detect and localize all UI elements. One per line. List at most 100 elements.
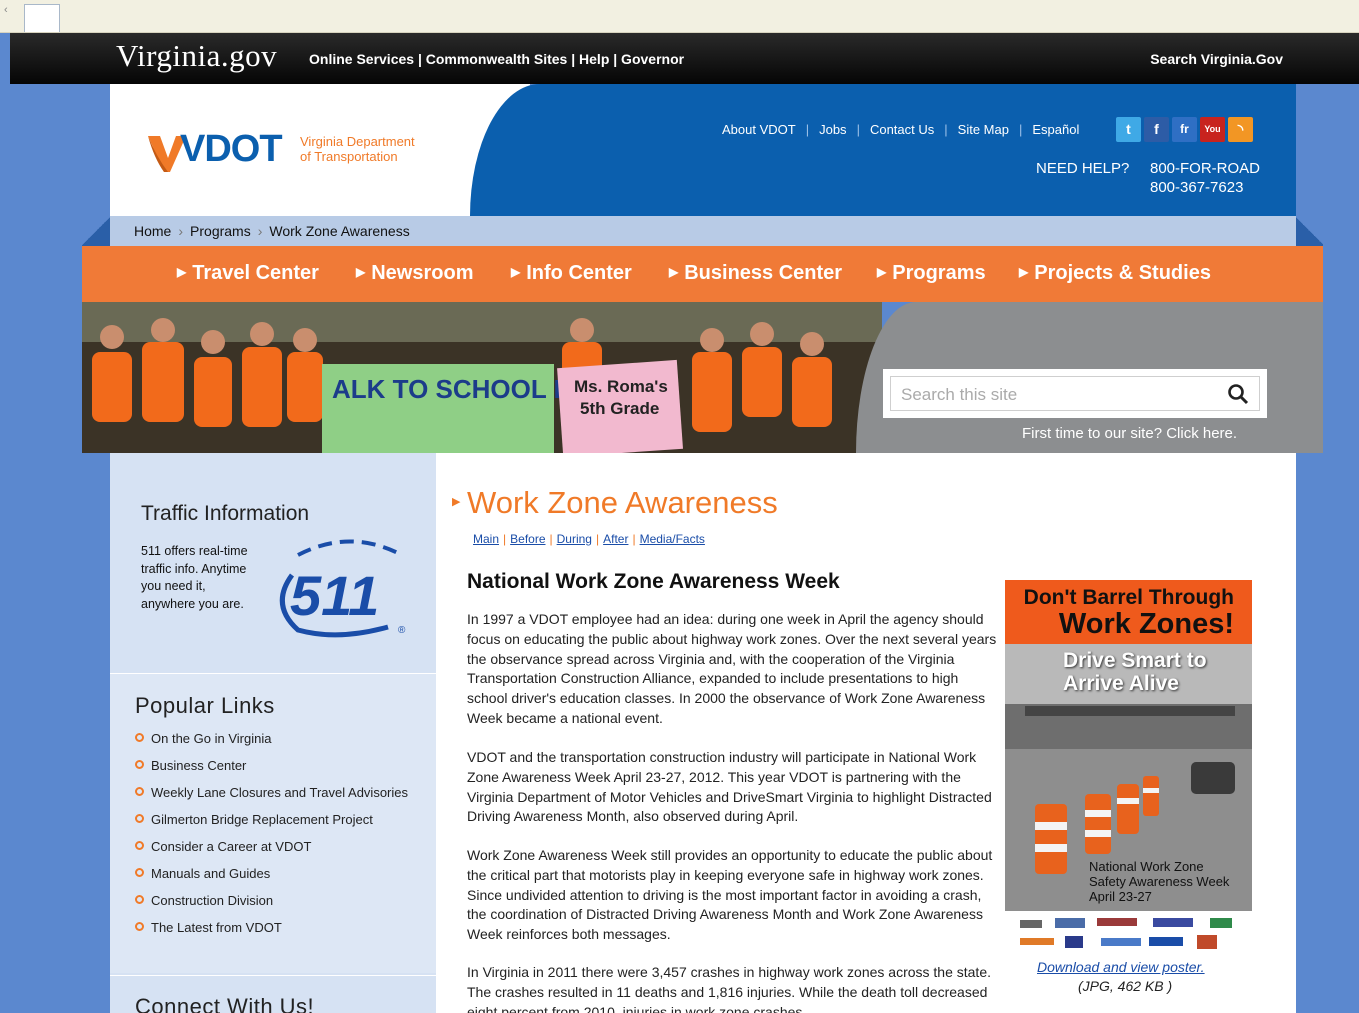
poster-headline-1: Don't Barrel Through: [1023, 586, 1234, 609]
twitter-icon[interactable]: t: [1116, 117, 1141, 142]
popular-links-list: On the Go in Virginia Business Center We…: [135, 730, 425, 946]
virginia-gov-bar: Virginia.gov Online Services | Commonwea…: [10, 33, 1359, 84]
popular-link[interactable]: Construction Division: [135, 892, 425, 909]
main-nav: ▶ Travel Center ▶ Newsroom ▶ Info Center ▶ B…: [82, 246, 1323, 302]
subnav-before[interactable]: Before: [510, 532, 545, 546]
social-icons: t f fr You ◝: [1116, 117, 1253, 142]
breadcrumb-programs[interactable]: Programs: [190, 223, 251, 239]
nav-label: Newsroom: [371, 262, 474, 284]
poster-footer-3: April 23-27: [1089, 889, 1152, 904]
paragraph: In Virginia in 2011 there were 3,457 cra…: [467, 964, 991, 1013]
nav-programs[interactable]: ▶ Programs: [877, 262, 986, 285]
hero-photo-illustration: ALK TO SCHOOL DAY Ms. Roma's 5th Grade: [82, 302, 882, 453]
circle-bullet-icon: [135, 895, 144, 904]
popular-link[interactable]: Gilmerton Bridge Replacement Project: [135, 811, 425, 828]
chevron-right-icon: ›: [257, 223, 263, 239]
popular-link[interactable]: The Latest from VDOT: [135, 919, 425, 936]
subnav-after[interactable]: After: [603, 532, 628, 546]
poster-file-info: (JPG, 462 KB ): [1078, 978, 1173, 994]
first-time-link[interactable]: First time to our site? Click here.: [1022, 425, 1237, 442]
breadcrumb-home[interactable]: Home: [134, 223, 171, 239]
ribbon-fold-left: [82, 216, 110, 246]
subnav-main[interactable]: Main: [473, 532, 499, 546]
popular-link[interactable]: Weekly Lane Closures and Travel Advisori…: [135, 784, 425, 801]
nav-label: Business Center: [684, 262, 843, 284]
browser-tab[interactable]: [24, 4, 60, 32]
paragraph: Work Zone Awareness Week still provides …: [467, 847, 993, 943]
popular-link-label: Gilmerton Bridge Replacement Project: [151, 812, 373, 827]
511-logo-icon[interactable]: 511 ®: [268, 535, 424, 641]
poster-tagline: Drive Smart to Arrive Alive: [1063, 649, 1207, 695]
popular-link[interactable]: Manuals and Guides: [135, 865, 425, 882]
svg-text:5th Grade: 5th Grade: [580, 399, 659, 418]
popular-link-label: Construction Division: [151, 893, 274, 908]
nav-info-center[interactable]: ▶ Info Center: [511, 262, 632, 285]
popular-link[interactable]: Consider a Career at VDOT: [135, 838, 425, 855]
nav-business-center[interactable]: ▶ Business Center: [669, 262, 842, 285]
virginia-gov-logo[interactable]: Virginia.gov: [116, 38, 277, 74]
utility-links: About VDOT | Jobs | Contact Us | Site Map | Espa…: [712, 122, 1089, 137]
search-field-frame: [890, 376, 1260, 411]
phone-number[interactable]: 800-367-7623: [1150, 179, 1243, 196]
511-logo-text: 511: [290, 564, 379, 627]
popular-link-label: On the Go in Virginia: [151, 731, 272, 746]
traffic-info-title: Traffic Information: [141, 502, 310, 525]
popular-link-label: The Latest from VDOT: [151, 920, 282, 935]
section-title: National Work Zone Awareness Week: [467, 570, 840, 593]
espanol-link[interactable]: Español: [1022, 122, 1089, 137]
vdot-logo-subtitle: Virginia Department of Transportation: [300, 134, 415, 164]
divider: |: [503, 532, 507, 546]
poster-tagline-2: Arrive Alive: [1063, 672, 1179, 695]
youtube-icon[interactable]: You: [1200, 117, 1225, 142]
search-virginia-gov-link[interactable]: Search Virginia.Gov: [1150, 51, 1283, 67]
logo-subtitle-line-2: of Transportation: [300, 149, 398, 164]
nav-label: Travel Center: [192, 262, 319, 284]
hero-photo-walk-to-school-day: ALK TO SCHOOL DAY Ms. Roma's 5th Grade: [82, 302, 882, 453]
nav-projects-studies[interactable]: ▶ Projects & Studies: [1019, 262, 1211, 285]
work-zone-poster[interactable]: Don't Barrel Through Work Zones! Drive S…: [1005, 580, 1252, 911]
vdot-logo-text: VDOT: [180, 128, 283, 170]
sub-navigation: Main | Before | During | After | Media/Facts: [473, 532, 705, 546]
site-map-link[interactable]: Site Map: [948, 122, 1019, 137]
poster-photo: Drive Smart to Arrive Alive National Wor…: [1005, 644, 1252, 911]
search-icon[interactable]: [1227, 383, 1249, 405]
phone-road[interactable]: 800-FOR-ROAD: [1150, 160, 1260, 177]
vdot-logo[interactable]: VDOT Virginia Department of Transportati…: [146, 128, 446, 178]
search-input[interactable]: [901, 385, 1201, 405]
rss-icon[interactable]: ◝: [1228, 117, 1253, 142]
divider: |: [595, 532, 600, 546]
subnav-during[interactable]: During: [557, 532, 592, 546]
popular-link-label: Weekly Lane Closures and Travel Advisori…: [151, 785, 408, 800]
nav-label: Projects & Studies: [1034, 262, 1211, 284]
popular-link-label: Manuals and Guides: [151, 866, 271, 881]
poster-sponsor-logos: [1005, 912, 1252, 958]
svg-text:®: ®: [398, 625, 406, 636]
back-arrow-icon[interactable]: ‹: [4, 4, 8, 16]
circle-bullet-icon: [135, 733, 144, 742]
site-search-box: [883, 369, 1267, 418]
paragraph: In 1997 a VDOT employee had an idea: dur…: [467, 611, 997, 726]
traffic-info-text: 511 offers real-time traffic info. Anyti…: [141, 544, 248, 611]
nav-travel-center[interactable]: ▶ Travel Center: [177, 262, 319, 285]
about-vdot-link[interactable]: About VDOT: [712, 122, 806, 137]
circle-bullet-icon: [135, 868, 144, 877]
svg-text:Ms. Roma's: Ms. Roma's: [574, 377, 668, 396]
circle-bullet-icon: [135, 841, 144, 850]
jobs-link[interactable]: Jobs: [809, 122, 856, 137]
caret-right-icon: ▶: [1019, 265, 1029, 279]
breadcrumb: Home › Programs › Work Zone Awareness: [134, 223, 410, 239]
contact-us-link[interactable]: Contact Us: [860, 122, 944, 137]
subnav-media-facts[interactable]: Media/Facts: [640, 532, 705, 546]
nav-newsroom[interactable]: ▶ Newsroom: [356, 262, 473, 285]
popular-link[interactable]: Business Center: [135, 757, 425, 774]
flickr-icon[interactable]: fr: [1172, 117, 1197, 142]
facebook-icon[interactable]: f: [1144, 117, 1169, 142]
gov-links[interactable]: Online Services | Commonwealth Sites | H…: [309, 51, 684, 67]
connect-with-us-title: Connect With Us!: [135, 994, 315, 1013]
need-help-label: NEED HELP?: [1036, 160, 1130, 177]
header-blue-panel: [470, 84, 1296, 216]
caret-right-icon: ▶: [877, 265, 887, 279]
download-poster-link[interactable]: Download and view poster.: [1037, 959, 1205, 975]
popular-link[interactable]: On the Go in Virginia: [135, 730, 425, 747]
poster-footer-text: National Work Zone Safety Awareness Week…: [1089, 859, 1229, 904]
